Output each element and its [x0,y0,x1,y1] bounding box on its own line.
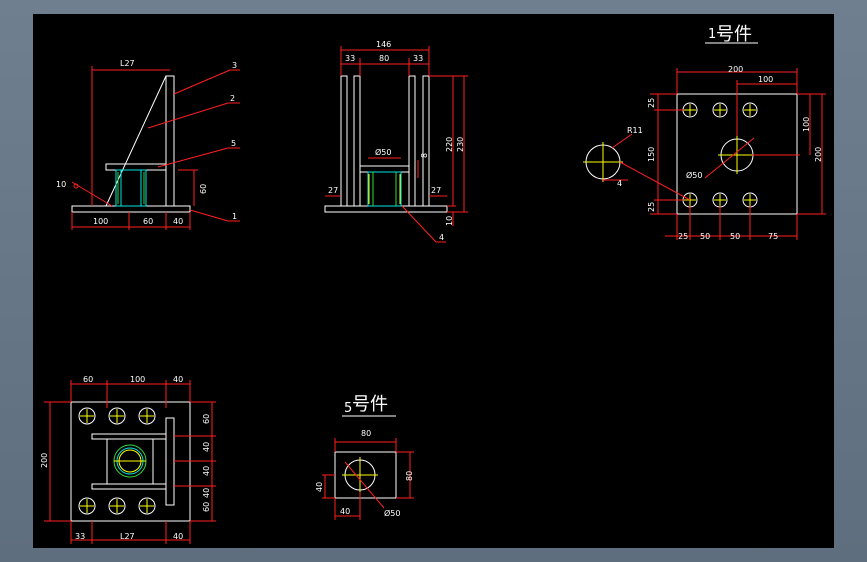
part5-dim-top: 80 [361,429,371,438]
front-dim-left-base: 27 [328,186,338,195]
plan-dim-top-3: 40 [173,375,183,384]
part1-dim-left-1: 25 [647,98,656,108]
part1-dim-bottom-4: 75 [768,232,778,241]
side-dim-bottom-3: 40 [173,217,183,226]
part1-dim-left-2: 150 [647,147,656,162]
part1-title-chars: 号件 [716,24,752,45]
front-dim-gap: 8 [420,153,429,158]
cad-drawing: 10 L27 60 100 60 40 3 2 5 1 146 33 80 33… [40,24,826,544]
leader-label-2: 2 [230,94,235,103]
part1-detail-w: 4 [617,179,622,188]
part1-dim-top-total: 200 [728,65,743,74]
plan-dim-top-2: 100 [130,375,145,384]
part1-dim-bottom-3: 50 [730,232,740,241]
part1-detail-r: R11 [627,126,643,135]
leader-label-4: 4 [439,233,444,242]
front-dim-total: 146 [376,40,391,49]
part1-dim-bottom-2: 50 [700,232,710,241]
part1-dim-left-3: 25 [647,202,656,212]
side-dim-bottom-1: 100 [93,217,108,226]
plan-dim-top-1: 60 [83,375,93,384]
part1-dim-top-right: 100 [758,75,773,84]
part5-dim-left: 40 [315,482,324,492]
part-5-view: 5 号件 Ø50 80 40 80 40 [315,394,414,520]
part1-dim-right-1: 100 [802,117,811,132]
cad-drawing-canvas[interactable]: 10 L27 60 100 60 40 3 2 5 1 146 33 80 33… [33,14,834,548]
part1-center-hole: Ø50 [686,170,702,180]
front-dim-h2: 230 [456,137,465,152]
part5-dim-right: 80 [405,471,414,481]
plan-dim-right-1: 60 [202,414,211,424]
leader-label-1: 1 [232,212,237,221]
side-dim-left: 10 [56,180,66,189]
part5-title-chars: 号件 [352,394,388,415]
side-view: 10 L27 60 100 60 40 3 2 5 1 [56,59,240,230]
plan-dim-right-4: 40 [202,488,211,498]
front-view: 146 33 80 33 Ø50 8 220 230 10 27 27 4 [324,40,468,243]
side-dim-right: 60 [199,184,208,194]
plan-view: 60 100 40 200 60 40 40 40 60 33 L27 40 [40,375,216,544]
part5-dim-bottom: 40 [340,507,350,516]
side-dim-top: L27 [120,59,135,68]
plan-dim-bottom-1: 33 [75,532,85,541]
front-dim-base: 10 [445,216,454,226]
plan-dim-bottom-3: 40 [173,532,183,541]
plan-dim-right-3: 40 [202,466,211,476]
front-dim-h1: 220 [445,137,454,152]
part5-hole: Ø50 [384,508,400,518]
part1-dim-right-2: 200 [814,147,823,162]
part1-dim-bottom-1: 25 [678,232,688,241]
front-dim-right-base: 27 [431,186,441,195]
front-dim-sub-1: 33 [345,54,355,63]
front-dim-sub-2: 80 [379,54,389,63]
leader-label-5: 5 [231,139,236,148]
window-frame: 10 L27 60 100 60 40 3 2 5 1 146 33 80 33… [0,0,867,562]
front-dim-hole: Ø50 [375,147,391,157]
leader-label-3: 3 [232,61,237,70]
plan-dim-right-5: 60 [202,502,211,512]
part-1-view: 1 号件 Ø50 200 100 25 150 25 100 200 25 50… [583,24,826,241]
plan-dim-right-2: 40 [202,442,211,452]
plan-dim-bottom-2: L27 [120,532,135,541]
plan-dim-left: 200 [40,453,49,468]
side-dim-bottom-2: 60 [143,217,153,226]
front-dim-sub-3: 33 [413,54,423,63]
